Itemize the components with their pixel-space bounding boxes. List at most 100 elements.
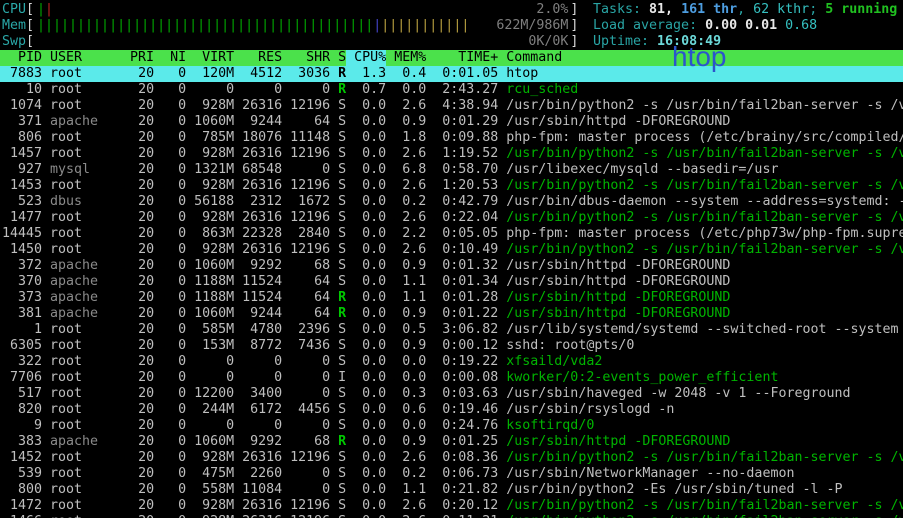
cell-cpu: 0.0 — [346, 290, 386, 306]
cell-cpu: 0.7 — [346, 82, 386, 98]
process-row[interactable]: 539root200475M22600S0.00.20:06.73/usr/sb… — [0, 466, 903, 482]
process-row[interactable]: 1074root200928M2631612196S0.02.64:38.94/… — [0, 98, 903, 114]
process-row[interactable]: 381apache2001060M924464R0.00.90:01.22/us… — [0, 306, 903, 322]
cell-cpu: 0.0 — [346, 210, 386, 226]
cell-pid: 1074 — [2, 98, 42, 114]
cell-user: root — [42, 514, 122, 518]
process-row[interactable]: 800root200558M110840S0.01.10:21.82/usr/b… — [0, 482, 903, 498]
cell-res: 9292 — [234, 434, 282, 450]
process-row[interactable]: 322root200000S0.00.00:19.22xfsaild/vda2 — [0, 354, 903, 370]
cell-s: R — [330, 290, 346, 306]
cell-cmd: /usr/sbin/httpd -DFOREGROUND — [498, 290, 903, 306]
column-header-time[interactable]: TIME+ — [426, 50, 498, 66]
cell-pid: 10 — [2, 82, 42, 98]
cell-res: 26316 — [234, 210, 282, 226]
cell-pid: 1477 — [2, 210, 42, 226]
process-row[interactable]: 1466root200928M2631612196S0.02.60:11.21/… — [0, 514, 903, 518]
column-header-virt[interactable]: VIRT — [186, 50, 234, 66]
cell-mem: 2.6 — [386, 450, 426, 466]
tasks-summary-segment: ; — [809, 2, 825, 17]
cell-ni: 0 — [154, 290, 186, 306]
cell-virt: 1060M — [186, 258, 234, 274]
cell-cpu: 0.0 — [346, 162, 386, 178]
cell-ni: 0 — [154, 130, 186, 146]
tasks-summary-segment: Tasks: — [593, 2, 649, 17]
process-row[interactable]: 6305root200153M87727436S0.00.90:00.12ssh… — [0, 338, 903, 354]
column-header-pid[interactable]: PID — [2, 50, 42, 66]
cell-shr: 7436 — [282, 338, 330, 354]
cell-res: 68548 — [234, 162, 282, 178]
cell-pri: 20 — [122, 370, 154, 386]
cell-ni: 0 — [154, 466, 186, 482]
cell-pid: 381 — [2, 306, 42, 322]
process-row[interactable]: 1472root200928M2631612196S0.02.60:20.12/… — [0, 498, 903, 514]
cell-time: 3:06.82 — [426, 322, 498, 338]
column-header-pri[interactable]: PRI — [122, 50, 154, 66]
process-row[interactable]: 1root200585M47802396S0.00.53:06.82/usr/l… — [0, 322, 903, 338]
cell-pid: 539 — [2, 466, 42, 482]
cell-s: I — [330, 370, 346, 386]
column-header-res[interactable]: RES — [234, 50, 282, 66]
meter-bracket-close-icon: ] — [570, 34, 578, 50]
process-row[interactable]: 1450root200928M2631612196S0.02.60:10.49/… — [0, 242, 903, 258]
process-row[interactable]: 14445root200863M223282840S0.02.20:05.05p… — [0, 226, 903, 242]
process-row[interactable]: 517root2001220034000S0.00.30:03.63/usr/s… — [0, 386, 903, 402]
process-row[interactable]: 10root200000R0.70.02:43.27rcu_sched — [0, 82, 903, 98]
cell-shr: 64 — [282, 290, 330, 306]
column-header-s[interactable]: S — [330, 50, 346, 66]
cell-user: dbus — [42, 194, 122, 210]
cell-ni: 0 — [154, 338, 186, 354]
process-row[interactable]: 9root200000S0.00.00:24.76ksoftirqd/0 — [0, 418, 903, 434]
process-row[interactable]: 1452root200928M2631612196S0.02.60:08.36/… — [0, 450, 903, 466]
meter-bracket-open-icon: [ — [26, 2, 34, 18]
process-row[interactable]: 1477root200928M2631612196S0.02.60:22.04/… — [0, 210, 903, 226]
cell-s: S — [330, 114, 346, 130]
cell-shr: 12196 — [282, 210, 330, 226]
cell-cmd: /usr/bin/python2 -s /usr/bin/fail2ban-se… — [498, 450, 903, 466]
cell-cpu: 0.0 — [346, 370, 386, 386]
cell-ni: 0 — [154, 370, 186, 386]
process-row[interactable]: 820root200244M61724456S0.00.60:19.46/usr… — [0, 402, 903, 418]
process-row[interactable]: 383apache2001060M929268R0.00.90:01.25/us… — [0, 434, 903, 450]
process-row-selected[interactable]: 7883root200120M45123036R1.30.40:01.05hto… — [0, 66, 903, 82]
column-header-shr[interactable]: SHR — [282, 50, 330, 66]
process-row[interactable]: 1457root200928M2631612196S0.02.61:19.52/… — [0, 146, 903, 162]
cell-shr: 68 — [282, 258, 330, 274]
process-row[interactable]: 371apache2001060M924464S0.00.90:01.29/us… — [0, 114, 903, 130]
cell-res: 11524 — [234, 274, 282, 290]
cell-pid: 820 — [2, 402, 42, 418]
cell-time: 1:20.53 — [426, 178, 498, 194]
cell-virt: 56188 — [186, 194, 234, 210]
column-header-ni[interactable]: NI — [154, 50, 186, 66]
column-header-user[interactable]: USER — [42, 50, 122, 66]
cell-cmd: kworker/0:2-events_power_efficient — [498, 370, 903, 386]
process-row[interactable]: 1453root200928M2631612196S0.02.61:20.53/… — [0, 178, 903, 194]
cell-ni: 0 — [154, 226, 186, 242]
cell-pri: 20 — [122, 242, 154, 258]
process-row[interactable]: 927mysql2001321M685480S0.06.80:58.70/usr… — [0, 162, 903, 178]
column-header-mem[interactable]: MEM% — [386, 50, 426, 66]
meter-bar-segment: | — [37, 2, 45, 17]
process-row[interactable]: 806root200785M1807611148S0.01.80:09.88ph… — [0, 130, 903, 146]
process-row[interactable]: 372apache2001060M929268S0.00.90:01.32/us… — [0, 258, 903, 274]
cell-user: root — [42, 482, 122, 498]
meter-bars: || — [37, 2, 53, 18]
process-row[interactable]: 370apache2001188M1152464S0.01.10:01.34/u… — [0, 274, 903, 290]
cell-time: 0:01.28 — [426, 290, 498, 306]
cell-ni: 0 — [154, 322, 186, 338]
column-header-cpu[interactable]: CPU% — [346, 50, 386, 66]
cell-shr: 0 — [282, 354, 330, 370]
process-row[interactable]: 523dbus2005618823121672S0.00.20:42.79/us… — [0, 194, 903, 210]
cell-pri: 20 — [122, 418, 154, 434]
process-row[interactable]: 7706root200000I0.00.00:00.08kworker/0:2-… — [0, 370, 903, 386]
cell-res: 2312 — [234, 194, 282, 210]
cell-s: S — [330, 258, 346, 274]
mem-meter: Mem[||||||||||||||||||||||||||||||||||||… — [2, 18, 578, 34]
cell-s: S — [330, 514, 346, 518]
cell-time: 0:00.08 — [426, 370, 498, 386]
cell-pri: 20 — [122, 338, 154, 354]
process-row[interactable]: 373apache2001188M1152464R0.01.10:01.28/u… — [0, 290, 903, 306]
cell-ni: 0 — [154, 114, 186, 130]
cell-pri: 20 — [122, 178, 154, 194]
meter-track: ||||||||||||||||||||||||||||||||||||||||… — [34, 18, 570, 34]
